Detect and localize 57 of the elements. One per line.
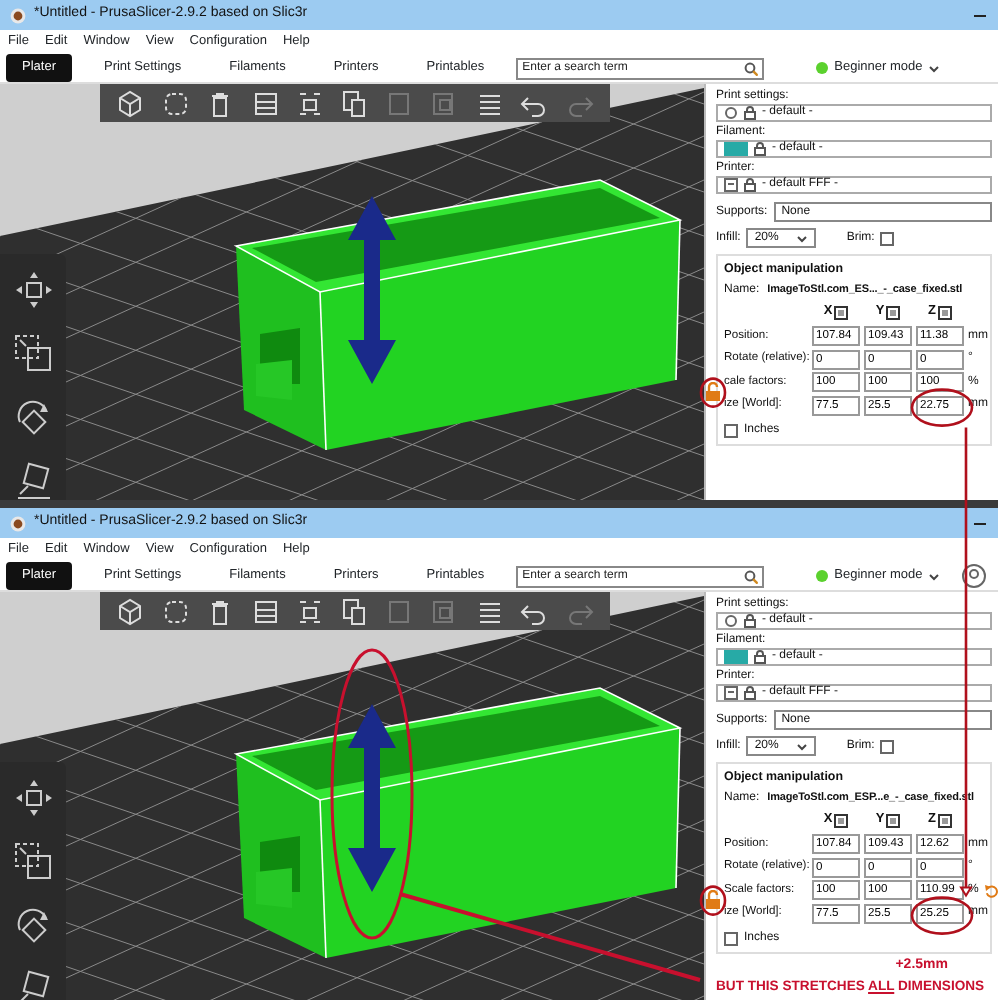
caret-icon[interactable] bbox=[928, 571, 941, 581]
lock-icon bbox=[744, 178, 756, 192]
unlocked-lock-icon[interactable] bbox=[704, 382, 722, 403]
gear-icon bbox=[724, 614, 738, 628]
status-dot-icon bbox=[816, 570, 829, 582]
rotate-icon[interactable] bbox=[13, 906, 53, 946]
cube-icon[interactable] bbox=[114, 87, 147, 119]
double-arrow-icon[interactable] bbox=[348, 704, 396, 892]
annotation-ellipse bbox=[699, 885, 727, 916]
caret-icon bbox=[796, 233, 809, 243]
lock-icon bbox=[744, 106, 756, 120]
checkbox[interactable] bbox=[724, 931, 738, 946]
lock-icon bbox=[754, 650, 766, 664]
scale-icon[interactable] bbox=[13, 334, 53, 374]
rotate-icon[interactable] bbox=[13, 398, 53, 438]
square-icon[interactable] bbox=[886, 305, 901, 320]
square-icon[interactable] bbox=[834, 305, 849, 320]
lock-icon bbox=[744, 686, 756, 700]
color-swatch-icon bbox=[724, 650, 748, 664]
app-icon bbox=[10, 7, 26, 23]
annotation-ellipse bbox=[699, 377, 727, 408]
square-icon[interactable] bbox=[937, 305, 952, 320]
search-icon bbox=[744, 569, 759, 583]
user-icon[interactable] bbox=[960, 564, 989, 588]
dashed-shape-icon[interactable] bbox=[159, 595, 192, 627]
unlocked-lock-icon[interactable] bbox=[704, 890, 722, 911]
search-icon bbox=[744, 61, 759, 75]
copy-icon[interactable] bbox=[338, 87, 371, 119]
reset-arrow-icon[interactable] bbox=[984, 884, 998, 899]
checkbox[interactable] bbox=[724, 423, 738, 438]
move-icon[interactable] bbox=[13, 778, 53, 818]
gear-icon bbox=[724, 106, 738, 120]
checkbox[interactable] bbox=[880, 231, 895, 245]
3d-view[interactable] bbox=[0, 84, 704, 500]
copy-icon[interactable] bbox=[338, 595, 371, 627]
double-arrow-icon[interactable] bbox=[348, 196, 396, 384]
color-swatch-icon bbox=[724, 142, 748, 156]
move-icon[interactable] bbox=[13, 270, 53, 310]
dashed-shape-icon[interactable] bbox=[159, 87, 192, 119]
square-icon[interactable] bbox=[886, 813, 901, 828]
window-icon[interactable] bbox=[249, 595, 282, 627]
printer-icon bbox=[724, 178, 738, 192]
cube-icon[interactable] bbox=[114, 595, 147, 627]
lock-icon bbox=[744, 614, 756, 628]
scale-icon[interactable] bbox=[13, 842, 53, 882]
place-on-face-icon[interactable] bbox=[13, 462, 53, 500]
window-icon[interactable] bbox=[249, 87, 282, 119]
caret-icon[interactable] bbox=[928, 63, 941, 73]
square-icon[interactable] bbox=[834, 813, 849, 828]
3d-view[interactable] bbox=[0, 592, 704, 1000]
checkbox[interactable] bbox=[880, 739, 895, 753]
lock-icon bbox=[754, 142, 766, 156]
status-dot-icon bbox=[816, 62, 829, 74]
printer-icon bbox=[724, 686, 738, 700]
app-icon bbox=[10, 515, 26, 531]
square-icon[interactable] bbox=[937, 813, 952, 828]
caret-icon bbox=[796, 741, 809, 751]
